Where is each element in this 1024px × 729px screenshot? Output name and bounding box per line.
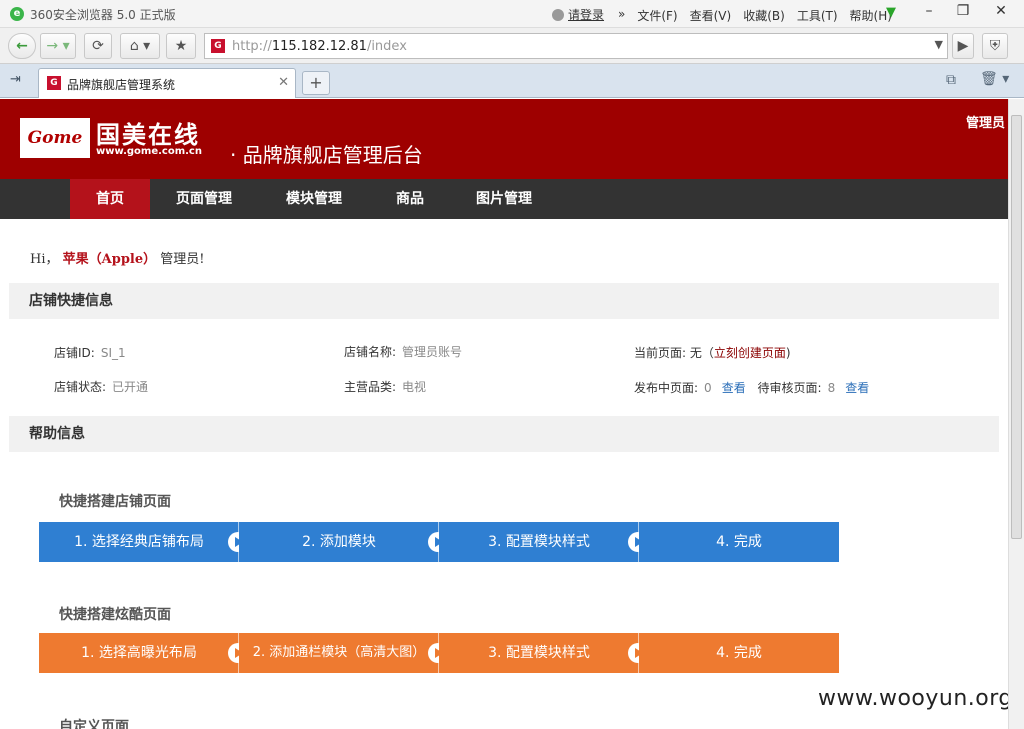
home-icon: ⌂ ▾ [129, 38, 151, 54]
watermark: www.wooyun.org [818, 686, 1008, 711]
plus-icon: + [309, 73, 323, 92]
sidebar-toggle-icon[interactable]: ⇥ [10, 72, 21, 87]
browser-menu-bar: » 文件(F) 查看(V) 收藏(B) 工具(T) 帮助(H) [618, 7, 904, 24]
main-category: 主营品类: 电视 [344, 380, 427, 394]
address-url[interactable]: http://115.182.12.81/index [232, 39, 407, 54]
menu-view[interactable]: 查看(V) [690, 7, 732, 24]
shield-icon: ⛨ [989, 38, 1001, 54]
page-scrollbar[interactable] [1008, 99, 1024, 729]
go-button[interactable]: ▶ [952, 33, 974, 59]
star-icon: ★ [174, 38, 188, 54]
browser-logo-icon: e [10, 7, 24, 21]
security-button[interactable]: ⛨ [982, 33, 1008, 59]
site-header: Gome 国美在线 www.gome.com.cn · 品牌旗舰店管理后台 管理… [0, 99, 1008, 179]
nav-home[interactable]: 首页 [70, 179, 150, 219]
play-icon: ▶ [957, 38, 969, 54]
browser-title-bar: e 360安全浏览器 5.0 正式版 请登录 » 文件(F) 查看(V) 收藏(… [0, 0, 1024, 28]
user-icon [552, 9, 564, 21]
window-list-icon[interactable]: ⧉ [946, 72, 956, 88]
flow1-step-3: 3. 配置模块样式 [439, 522, 639, 562]
flow2-steps: 1. 选择高曝光布局 2. 添加通栏模块（高清大图） 3. 配置模块样式 4. … [39, 633, 839, 673]
refresh-icon: ⟳ [92, 38, 104, 54]
gome-logo-text: 国美在线 [96, 121, 200, 149]
tab-close-icon[interactable]: ✕ [278, 75, 289, 90]
gome-logo-mark: Gome [20, 118, 90, 158]
nav-products[interactable]: 商品 [384, 179, 436, 219]
flow2-step-4: 4. 完成 [639, 633, 839, 673]
forward-icon: → ▾ [46, 38, 70, 54]
menu-file[interactable]: 文件(F) [637, 7, 677, 24]
skin-shirt-icon[interactable]: ▼ [886, 6, 902, 20]
new-tab-button[interactable]: + [302, 71, 330, 95]
shop-info-title: 店铺快捷信息 [9, 283, 999, 319]
trash-icon[interactable]: 🗑︎ ▾ [980, 71, 1009, 87]
flow1-step-2: 2. 添加模块 [239, 522, 439, 562]
login-label: 请登录 [568, 8, 605, 22]
back-button[interactable]: ← [8, 33, 36, 59]
minimize-button[interactable]: – [912, 0, 946, 24]
flow2-step-1: 1. 选择高曝光布局 [39, 633, 239, 673]
address-dropdown-icon[interactable]: ▼ [935, 38, 943, 51]
site-favicon-icon: G [211, 39, 225, 53]
browser-toolbar: ← → ▾ ⟳ ⌂ ▾ ★ G http://115.182.12.81/ind… [0, 28, 1024, 64]
menu-tools[interactable]: 工具(T) [797, 7, 838, 24]
view-published-link[interactable]: 查看 [722, 381, 746, 395]
login-link[interactable]: 请登录 [552, 6, 604, 23]
restore-button[interactable]: ❐ [946, 0, 980, 24]
shop-name: 店铺名称: 管理员账号 [344, 345, 463, 359]
browser-app-title: 360安全浏览器 5.0 正式版 [30, 8, 176, 22]
address-bar[interactable]: G http://115.182.12.81/index ▼ [204, 33, 948, 59]
refresh-button[interactable]: ⟳ [84, 33, 112, 59]
view-pending-link[interactable]: 查看 [845, 381, 869, 395]
greeting-brand: 苹果（Apple） [62, 252, 157, 267]
forward-button[interactable]: → ▾ [40, 33, 76, 59]
flow1-steps: 1. 选择经典店铺布局 2. 添加模块 3. 配置模块样式 4. 完成 [39, 522, 839, 562]
tab-favicon-icon: G [47, 76, 61, 90]
flow2-title: 快捷搭建炫酷页面 [59, 607, 171, 623]
tab-title: 品牌旗舰店管理系统 [67, 78, 176, 92]
greeting-hi: Hi， [30, 252, 59, 267]
page-viewport: Gome 国美在线 www.gome.com.cn · 品牌旗舰店管理后台 管理… [0, 99, 1008, 729]
create-page-link[interactable]: 立刻创建页面 [714, 346, 786, 360]
header-subtitle: · 品牌旗舰店管理后台 [230, 143, 423, 167]
flow1-step-1: 1. 选择经典店铺布局 [39, 522, 239, 562]
home-button[interactable]: ⌂ ▾ [120, 33, 160, 59]
back-icon: ← [16, 38, 28, 54]
shop-id: 店铺ID: SI_1 [54, 346, 126, 360]
flow3-title: 自定义页面 [59, 719, 129, 729]
shop-status: 店铺状态: 已开通 [54, 380, 149, 394]
nav-module-management[interactable]: 模块管理 [272, 179, 356, 219]
tab-active[interactable]: G 品牌旗舰店管理系统 ✕ [38, 68, 296, 98]
flow2-step-3: 3. 配置模块样式 [439, 633, 639, 673]
tab-bar: ⇥ G 品牌旗舰店管理系统 ✕ + ⧉ 🗑︎ ▾ [0, 64, 1024, 98]
current-page: 当前页面: 无（立刻创建页面) [634, 346, 791, 360]
nav-page-management[interactable]: 页面管理 [160, 179, 248, 219]
chevron-double-icon: » [618, 7, 626, 21]
scrollbar-thumb[interactable] [1011, 115, 1022, 539]
close-window-button[interactable]: ✕ [984, 0, 1018, 24]
greeting-role: 管理员! [160, 252, 205, 267]
header-admin-link[interactable]: 管理员 [966, 112, 1005, 131]
flow1-step-4: 4. 完成 [639, 522, 839, 562]
flow2-step-2: 2. 添加通栏模块（高清大图） [239, 633, 439, 673]
main-nav: 首页 页面管理 模块管理 商品 图片管理 [0, 179, 1008, 219]
flow1-title: 快捷搭建店铺页面 [59, 494, 171, 510]
gome-logo-url: www.gome.com.cn [96, 146, 202, 157]
help-title: 帮助信息 [9, 416, 999, 452]
favorite-button[interactable]: ★ [166, 33, 196, 59]
nav-image-management[interactable]: 图片管理 [460, 179, 548, 219]
published-pages: 发布中页面: 0 查看 待审核页面: 8 查看 [634, 381, 870, 395]
menu-favorites[interactable]: 收藏(B) [743, 7, 785, 24]
greeting: Hi， 苹果（Apple） 管理员! [30, 248, 205, 267]
